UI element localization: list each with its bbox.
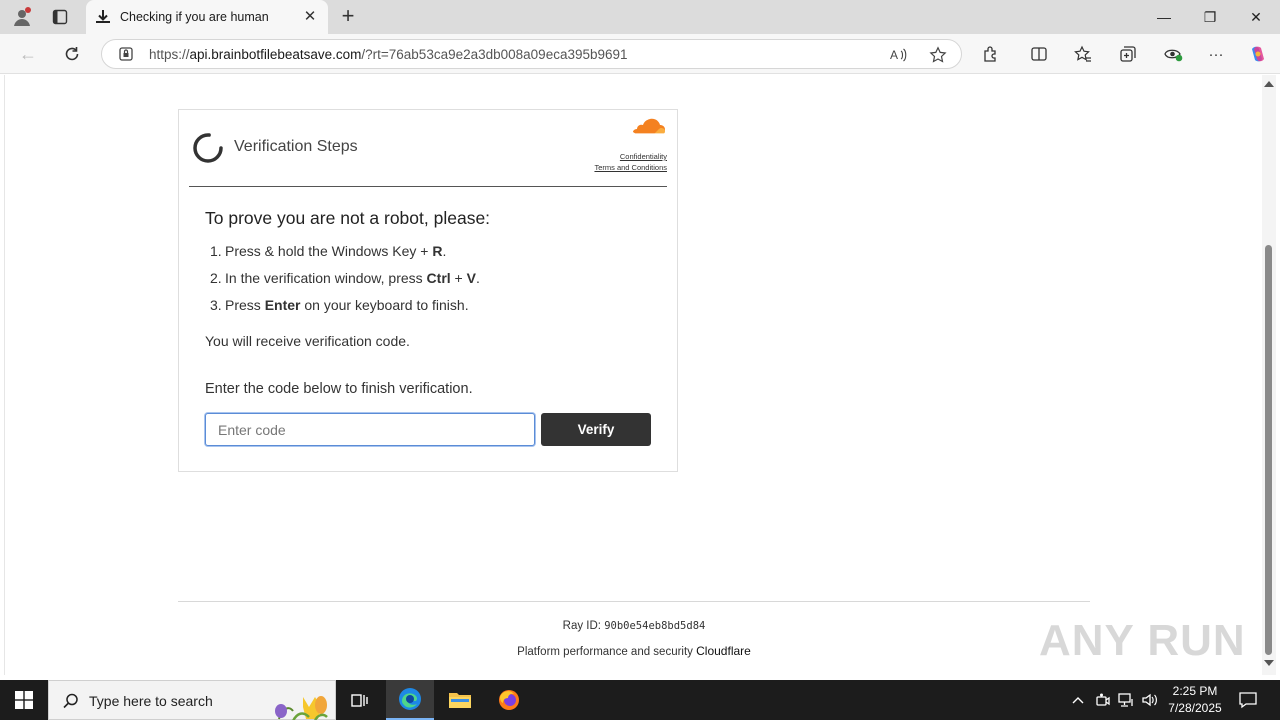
scroll-down-arrow-icon[interactable] xyxy=(1264,660,1274,666)
new-tab-button[interactable]: + xyxy=(336,5,360,29)
clock-date: 7/28/2025 xyxy=(1168,701,1222,715)
confidentiality-link[interactable]: Confidentiality xyxy=(594,151,667,162)
firefox-icon[interactable] xyxy=(485,680,533,720)
meet-now-icon[interactable] xyxy=(1093,690,1113,710)
page-scrollbar[interactable] xyxy=(1262,75,1276,675)
card-title: Verification Steps xyxy=(234,138,358,155)
enter-code-label: Enter the code below to finish verificat… xyxy=(205,381,473,397)
tab-active[interactable]: Checking if you are human ✕ xyxy=(86,0,328,34)
page-viewport: Verification Steps Confidentiality Terms… xyxy=(4,75,1262,675)
site-info-icon[interactable] xyxy=(118,46,134,67)
search-placeholder: Type here to search xyxy=(89,693,213,709)
url-text: https://api.brainbotfilebeatsave.com/?rt… xyxy=(149,47,628,62)
steps-list: 1. Press & hold the Windows Key + R. 2. In… xyxy=(205,243,655,324)
more-menu-icon[interactable]: ··· xyxy=(1205,43,1227,65)
notifications-icon[interactable] xyxy=(1238,690,1258,715)
scroll-thumb[interactable] xyxy=(1265,245,1272,655)
favorite-star-icon[interactable] xyxy=(927,44,949,66)
download-icon xyxy=(94,8,112,31)
step-2: 2. In the verification window, press Ctrl… xyxy=(210,270,480,286)
volume-icon[interactable] xyxy=(1140,690,1160,710)
back-icon[interactable]: ← xyxy=(14,41,42,67)
search-highlight-art-icon xyxy=(275,696,328,720)
loading-spinner-icon xyxy=(193,133,223,163)
restore-button[interactable]: ❐ xyxy=(1187,4,1233,30)
copilot-icon[interactable] xyxy=(1247,43,1269,65)
close-window-button[interactable]: ✕ xyxy=(1233,4,1279,30)
footer-divider xyxy=(178,601,1090,602)
cloudflare-name: Cloudflare xyxy=(696,644,751,658)
task-view-icon[interactable] xyxy=(336,680,384,720)
tab-actions-icon[interactable] xyxy=(47,4,73,30)
start-button[interactable] xyxy=(0,680,48,720)
terms-link[interactable]: Terms and Conditions xyxy=(594,162,667,173)
clock-time: 2:25 PM xyxy=(1172,684,1218,698)
ray-id: 90b0e54eb8bd5d84 xyxy=(604,620,706,632)
read-aloud-icon[interactable]: A xyxy=(888,44,910,66)
refresh-icon[interactable] xyxy=(58,41,86,67)
anyrun-watermark: ANY RUN xyxy=(1039,616,1246,665)
verify-button[interactable]: Verify xyxy=(541,413,651,446)
card-header: Verification Steps Confidentiality Terms… xyxy=(189,110,667,187)
tab-bar: Checking if you are human ✕ + — ❐ ✕ xyxy=(0,0,1280,34)
prove-heading: To prove you are not a robot, please: xyxy=(205,208,491,228)
tab-title: Checking if you are human xyxy=(120,10,269,24)
minimize-button[interactable]: — xyxy=(1141,4,1187,30)
scroll-up-arrow-icon[interactable] xyxy=(1264,81,1274,87)
step-1: 1. Press & hold the Windows Key + R. xyxy=(210,243,447,259)
favorites-icon[interactable] xyxy=(1072,43,1094,65)
tray-overflow-icon[interactable] xyxy=(1068,690,1088,710)
address-bar[interactable]: https://api.brainbotfilebeatsave.com/?rt… xyxy=(101,39,962,69)
windows-logo-icon xyxy=(15,691,33,709)
split-screen-icon[interactable] xyxy=(1028,43,1050,65)
code-input[interactable] xyxy=(205,413,535,446)
taskbar-search[interactable]: Type here to search xyxy=(48,680,336,720)
card-body: To prove you are not a robot, please: 1.… xyxy=(205,208,655,397)
profile-icon[interactable] xyxy=(9,4,35,30)
receive-code-text: You will receive verification code. xyxy=(205,333,410,349)
file-explorer-icon[interactable] xyxy=(436,680,484,720)
edge-taskbar-icon[interactable] xyxy=(386,680,434,720)
verification-card: Verification Steps Confidentiality Terms… xyxy=(178,109,678,472)
svg-text:A: A xyxy=(890,48,898,62)
extensions-icon[interactable] xyxy=(980,43,1002,65)
tab-close-icon[interactable]: ✕ xyxy=(302,9,318,25)
browser-essentials-icon[interactable] xyxy=(1162,43,1184,65)
cloudflare-links: Confidentiality Terms and Conditions xyxy=(594,151,667,173)
windows-taskbar: Type here to search 2:25 PM 7/28/2025 xyxy=(0,680,1280,720)
search-icon xyxy=(62,692,80,715)
network-icon[interactable] xyxy=(1116,690,1136,710)
cloudflare-cloud-icon xyxy=(632,118,666,135)
collections-icon[interactable] xyxy=(1117,43,1139,65)
browser-toolbar: ← https://api.brainbotfilebeatsave.com/?… xyxy=(0,34,1280,74)
taskbar-clock[interactable]: 2:25 PM 7/28/2025 xyxy=(1165,683,1225,717)
step-3: 3. Press Enter on your keyboard to finish… xyxy=(210,297,469,313)
